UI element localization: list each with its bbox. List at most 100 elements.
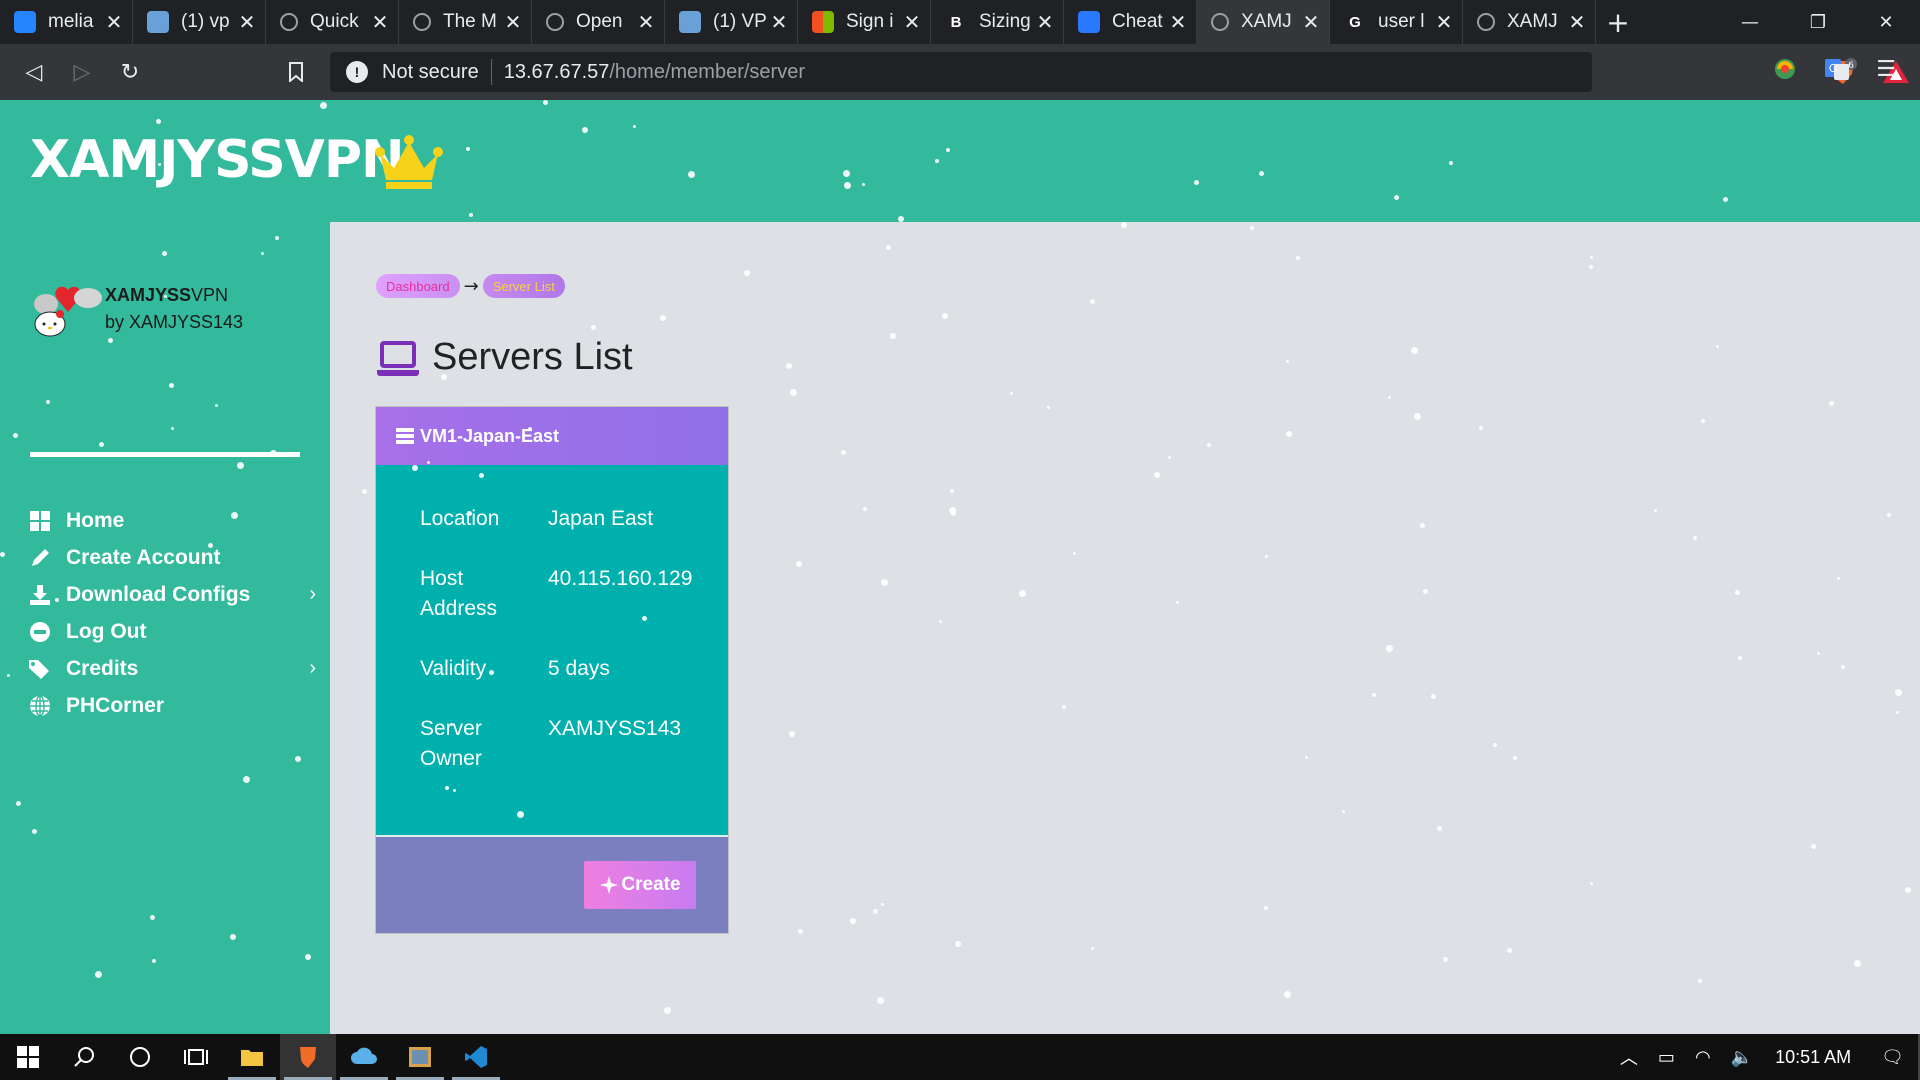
browser-tab[interactable]: Sign i ✕: [798, 0, 931, 44]
snowflake: [955, 941, 961, 947]
clock[interactable]: 10:51 AM: [1775, 1047, 1851, 1068]
close-tab-icon[interactable]: ✕: [636, 10, 656, 35]
snowflake: [935, 159, 939, 163]
snowflake: [261, 252, 264, 255]
close-tab-icon[interactable]: ✕: [104, 10, 124, 35]
close-tab-icon[interactable]: ✕: [1168, 10, 1188, 35]
wifi-icon[interactable]: ◠: [1695, 1047, 1711, 1068]
snowflake: [1286, 360, 1289, 363]
row-label: Server Owner: [420, 717, 482, 770]
browser-tab[interactable]: XAMJ ✕: [1197, 0, 1330, 44]
svg-text:G: G: [1829, 62, 1838, 75]
reload-button[interactable]: ↻: [106, 48, 154, 96]
snowflake: [633, 125, 636, 128]
globe-icon: [546, 13, 564, 31]
browser-tab[interactable]: XAMJ ✕: [1463, 0, 1596, 44]
snowflake: [46, 400, 50, 404]
tab-title: The M: [443, 11, 497, 32]
close-tab-icon[interactable]: ✕: [503, 10, 523, 35]
sidebar-item-credits[interactable]: Credits ›: [28, 650, 316, 687]
breadcrumb-dashboard[interactable]: Dashboard: [376, 274, 460, 298]
cloud-app-icon[interactable]: [336, 1034, 392, 1080]
tab-strip: melia ✕ (1) vp ✕ Quick ✕ The M ✕ Open ✕ (1) VP ✕ Sig…: [0, 0, 1920, 44]
snowflake: [1837, 577, 1840, 580]
browser-tab[interactable]: Open ✕: [532, 0, 665, 44]
snowflake: [150, 915, 155, 920]
snowflake: [295, 756, 301, 762]
browser-menu-icon[interactable]: ☰: [1876, 57, 1896, 82]
battery-icon[interactable]: ▭: [1658, 1047, 1675, 1068]
snowflake: [1493, 743, 1497, 747]
create-button[interactable]: Create: [584, 861, 696, 909]
browser-tab[interactable]: B Sizing ✕: [931, 0, 1064, 44]
microsoft-icon: [812, 11, 834, 33]
browser-toolbar: ◁ ▷ ↻ ! Not secure 13.67.67.57/home/memb…: [0, 44, 1920, 100]
back-button[interactable]: ◁: [10, 48, 58, 96]
browser-tab[interactable]: Guser l ✕: [1330, 0, 1463, 44]
file-explorer-icon[interactable]: [224, 1034, 280, 1080]
sidebar-item-create-account[interactable]: Create Account: [28, 539, 308, 576]
snowflake: [1420, 523, 1425, 528]
windows-start-icon[interactable]: [0, 1034, 56, 1080]
close-tab-icon[interactable]: ✕: [1035, 10, 1055, 35]
browser-tab[interactable]: (1) VP ✕: [665, 0, 798, 44]
snowflake: [450, 723, 453, 726]
virtualbox-icon: [679, 11, 701, 33]
new-tab-button[interactable]: +: [1596, 0, 1640, 44]
volume-icon[interactable]: 🔈: [1731, 1047, 1753, 1068]
cortana-icon[interactable]: [112, 1034, 168, 1080]
search-icon[interactable]: [56, 1034, 112, 1080]
snowflake: [1698, 979, 1702, 983]
snowflake: [243, 776, 250, 783]
vscode-icon[interactable]: [448, 1034, 504, 1080]
close-tab-icon[interactable]: ✕: [769, 10, 789, 35]
restore-button[interactable]: ❐: [1784, 0, 1852, 44]
bookmark-button[interactable]: [272, 48, 320, 96]
site-brand[interactable]: XAMJYSSVPN: [30, 130, 405, 190]
browser-tab[interactable]: Cheat ✕: [1064, 0, 1197, 44]
row-value: Japan East: [548, 507, 654, 530]
address-bar[interactable]: ! Not secure 13.67.67.57/home/member/ser…: [330, 52, 1909, 92]
snowflake: [1207, 443, 1211, 447]
close-tab-icon[interactable]: ✕: [370, 10, 390, 35]
forward-button[interactable]: ▷: [58, 48, 106, 96]
chevron-right-icon[interactable]: ›: [309, 583, 316, 606]
minimize-button[interactable]: —: [1716, 0, 1784, 44]
chevron-up-icon[interactable]: ︿: [1620, 1044, 1638, 1070]
photo-app-icon[interactable]: [392, 1034, 448, 1080]
browser-tab[interactable]: melia ✕: [0, 0, 133, 44]
snowflake: [1168, 456, 1171, 459]
snowflake: [543, 100, 548, 105]
browser-tab[interactable]: (1) vp ✕: [133, 0, 266, 44]
snowflake: [1817, 652, 1820, 655]
sidebar-item-log-out[interactable]: Log Out: [28, 613, 308, 650]
browser-tab[interactable]: Quick ✕: [266, 0, 399, 44]
snowflake: [489, 670, 494, 675]
snowflake: [1437, 826, 1442, 831]
close-window-button[interactable]: ✕: [1852, 0, 1920, 44]
snowflake: [1091, 947, 1094, 950]
extension-icon[interactable]: [1772, 56, 1798, 82]
sidebar-item-home[interactable]: Home: [28, 502, 308, 539]
reload-icon: ↻: [120, 59, 140, 85]
sidebar-item-download-configs[interactable]: Download Configs ›: [28, 576, 316, 613]
breadcrumb-server-list[interactable]: Server List: [482, 274, 565, 298]
snowflake: [841, 450, 846, 455]
snowflake: [1411, 347, 1418, 354]
close-tab-icon[interactable]: ✕: [1301, 10, 1321, 35]
task-view-icon[interactable]: [168, 1034, 224, 1080]
translate-icon[interactable]: G: [1824, 56, 1850, 82]
chevron-right-icon[interactable]: ›: [309, 657, 316, 680]
close-tab-icon[interactable]: ✕: [902, 10, 922, 35]
browser-tab[interactable]: The M ✕: [399, 0, 532, 44]
notification-icon[interactable]: 🗨: [1881, 1047, 1904, 1068]
back-icon: ◁: [25, 59, 43, 85]
snowflake: [1372, 693, 1376, 697]
close-tab-icon[interactable]: ✕: [237, 10, 257, 35]
close-tab-icon[interactable]: ✕: [1567, 10, 1587, 35]
close-tab-icon[interactable]: ✕: [1434, 10, 1454, 35]
snowflake: [890, 333, 896, 339]
brave-icon[interactable]: [280, 1034, 336, 1080]
sidebar-item-phcorner[interactable]: PHCorner: [28, 687, 308, 724]
info-icon[interactable]: !: [346, 61, 368, 83]
